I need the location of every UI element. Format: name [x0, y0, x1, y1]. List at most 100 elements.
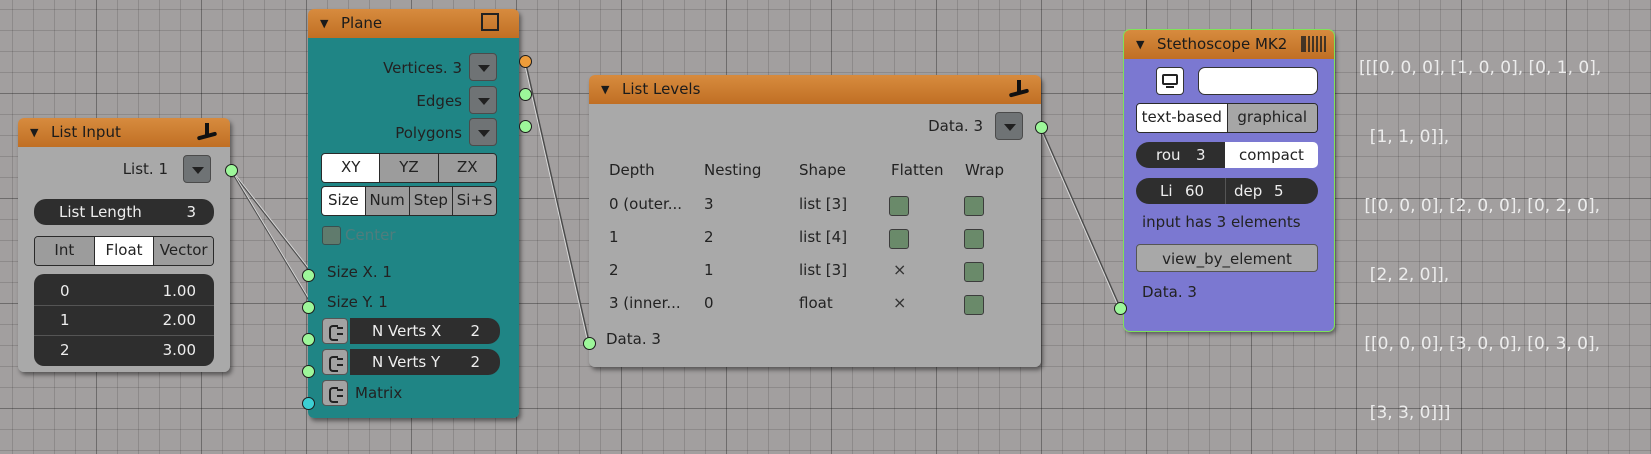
list-input-header[interactable]: ▼ List Input: [18, 118, 230, 147]
size-x-input-label: Size X. 1: [327, 263, 392, 281]
round-field[interactable]: rou 3: [1136, 142, 1225, 168]
output-socket-label: List. 1: [122, 160, 168, 178]
mode-float[interactable]: Float: [93, 237, 154, 265]
size-y-input-socket[interactable]: [302, 301, 315, 314]
matrix-input-socket[interactable]: [302, 397, 315, 410]
node-title: Plane: [341, 14, 383, 32]
nverts-y-field[interactable]: N Verts Y 2: [350, 349, 500, 375]
mode-graphical[interactable]: graphical: [1226, 104, 1317, 132]
mode-vector[interactable]: Vector: [153, 237, 213, 265]
collapse-triangle-icon[interactable]: ▼: [1136, 30, 1144, 59]
text-input-field[interactable]: [1198, 67, 1318, 95]
vertices-dropdown-button[interactable]: [469, 53, 497, 81]
dim-num[interactable]: Num: [364, 187, 409, 215]
nverts-x-link-toggle[interactable]: [322, 318, 348, 344]
matrix-link-toggle[interactable]: [322, 380, 348, 406]
wrap-checkbox[interactable]: [964, 196, 984, 216]
edges-output-socket[interactable]: [519, 88, 532, 101]
size-x-input-socket[interactable]: [302, 269, 315, 282]
header-wrap: Wrap: [965, 161, 1005, 179]
row-shape: list [3]: [799, 261, 848, 279]
matrix-input-label: Matrix: [355, 384, 403, 402]
plane-xy[interactable]: XY: [322, 154, 380, 182]
output-line: [2, 2, 0]],: [1359, 265, 1450, 285]
fork-icon: [1008, 78, 1030, 100]
list-levels-input-socket[interactable]: [583, 337, 596, 350]
header-depth: Depth: [609, 161, 655, 179]
plane-node[interactable]: ▼ Plane Vertices. 3 Edges Polygons XY YZ…: [308, 9, 519, 418]
stethoscope-body: text-based graphical rou 3 compact Li 60…: [1124, 59, 1334, 331]
nverts-y-input-socket[interactable]: [302, 365, 315, 378]
monitor-icon: [1162, 74, 1178, 85]
monitor-toggle-button[interactable]: [1156, 67, 1184, 95]
collapse-triangle-icon[interactable]: ▼: [601, 75, 609, 104]
list-input-node[interactable]: ▼ List Input List. 1 List Length 3 Int F…: [18, 118, 230, 372]
compact-toggle[interactable]: compact: [1225, 142, 1318, 168]
flatten-checkbox[interactable]: [889, 229, 909, 249]
collapse-triangle-icon[interactable]: ▼: [30, 118, 38, 147]
size-y-input-label: Size Y. 1: [327, 293, 388, 311]
frame-square-icon[interactable]: [481, 13, 499, 31]
wrap-checkbox[interactable]: [964, 295, 984, 315]
row-depth: 2: [609, 261, 619, 279]
input-socket-label: Data. 3: [606, 330, 661, 348]
row-depth: 0 (outer...: [609, 195, 683, 213]
flatten-checkbox[interactable]: [889, 196, 909, 216]
plane-direction-selector[interactable]: XY YZ ZX: [321, 153, 497, 183]
nverts-y-link-toggle[interactable]: [322, 349, 348, 375]
stethoscope-header[interactable]: ▼ Stethoscope MK2: [1124, 30, 1334, 59]
list-item[interactable]: 0 1.00: [34, 277, 214, 305]
header-shape: Shape: [799, 161, 846, 179]
plane-header[interactable]: ▼ Plane: [308, 9, 519, 38]
mode-selector[interactable]: Int Float Vector: [34, 236, 214, 266]
row-depth: 1: [609, 228, 619, 246]
polygons-dropdown-button[interactable]: [469, 118, 497, 146]
row-shape: list [3]: [799, 195, 848, 213]
node-title: Stethoscope MK2: [1157, 35, 1288, 53]
link-list-to-sizey: [230, 169, 315, 309]
stethoscope-input-socket[interactable]: [1114, 302, 1127, 315]
stethoscope-node[interactable]: ▼ Stethoscope MK2 text-based graphical r…: [1123, 29, 1335, 332]
wrap-checkbox[interactable]: [964, 229, 984, 249]
list-length-field[interactable]: List Length 3: [34, 199, 214, 225]
dimension-mode-selector[interactable]: Size Num Step Si+S: [321, 186, 497, 216]
dim-size-step[interactable]: Si+S: [452, 187, 496, 215]
list-levels-header[interactable]: ▼ List Levels: [589, 75, 1041, 104]
polygons-output-socket[interactable]: [519, 120, 532, 133]
nverts-x-field[interactable]: N Verts X 2: [350, 318, 500, 344]
mode-text-based[interactable]: text-based: [1137, 104, 1227, 132]
output-dropdown-button[interactable]: [995, 112, 1023, 140]
mode-int[interactable]: Int: [35, 237, 94, 265]
center-checkbox[interactable]: [322, 226, 341, 245]
dim-step[interactable]: Step: [408, 187, 453, 215]
flatten-disabled-x-icon: ×: [893, 293, 907, 312]
collapse-triangle-icon[interactable]: ▼: [320, 9, 328, 38]
dep-field[interactable]: dep 5: [1226, 178, 1318, 204]
values-list: 0 1.00 1 2.00 2 3.00: [34, 274, 214, 366]
list-levels-node[interactable]: ▼ List Levels Data. 3 Depth Nesting Shap…: [589, 75, 1041, 367]
fork-icon: [196, 121, 218, 143]
wrap-checkbox[interactable]: [964, 262, 984, 282]
plane-yz[interactable]: YZ: [379, 154, 438, 182]
list-levels-output-socket[interactable]: [1035, 121, 1048, 134]
list-item[interactable]: 1 2.00: [34, 306, 214, 334]
output-line: [[0, 0, 0], [2, 0, 0], [0, 2, 0],: [1359, 196, 1601, 216]
plane-body: Vertices. 3 Edges Polygons XY YZ ZX Size…: [308, 38, 519, 418]
li-field[interactable]: Li 60: [1136, 178, 1225, 204]
list-item[interactable]: 2 3.00: [34, 336, 214, 364]
drag-handle-icon[interactable]: [1301, 36, 1326, 52]
dim-size[interactable]: Size: [322, 187, 365, 215]
row-nesting: 3: [704, 195, 714, 213]
center-label: Center: [345, 226, 396, 244]
plane-zx[interactable]: ZX: [437, 154, 496, 182]
edges-dropdown-button[interactable]: [469, 86, 497, 114]
row-nesting: 1: [704, 261, 714, 279]
li-dep-row: Li 60 dep 5: [1136, 176, 1318, 206]
display-mode-selector[interactable]: text-based graphical: [1136, 103, 1318, 133]
view-by-element-button[interactable]: view_by_element: [1136, 244, 1318, 272]
node-title: List Levels: [622, 80, 701, 98]
list-input-output-socket[interactable]: [225, 164, 238, 177]
output-dropdown-button[interactable]: [183, 155, 211, 183]
nverts-x-input-socket[interactable]: [302, 333, 315, 346]
vertices-output-socket[interactable]: [519, 55, 532, 68]
